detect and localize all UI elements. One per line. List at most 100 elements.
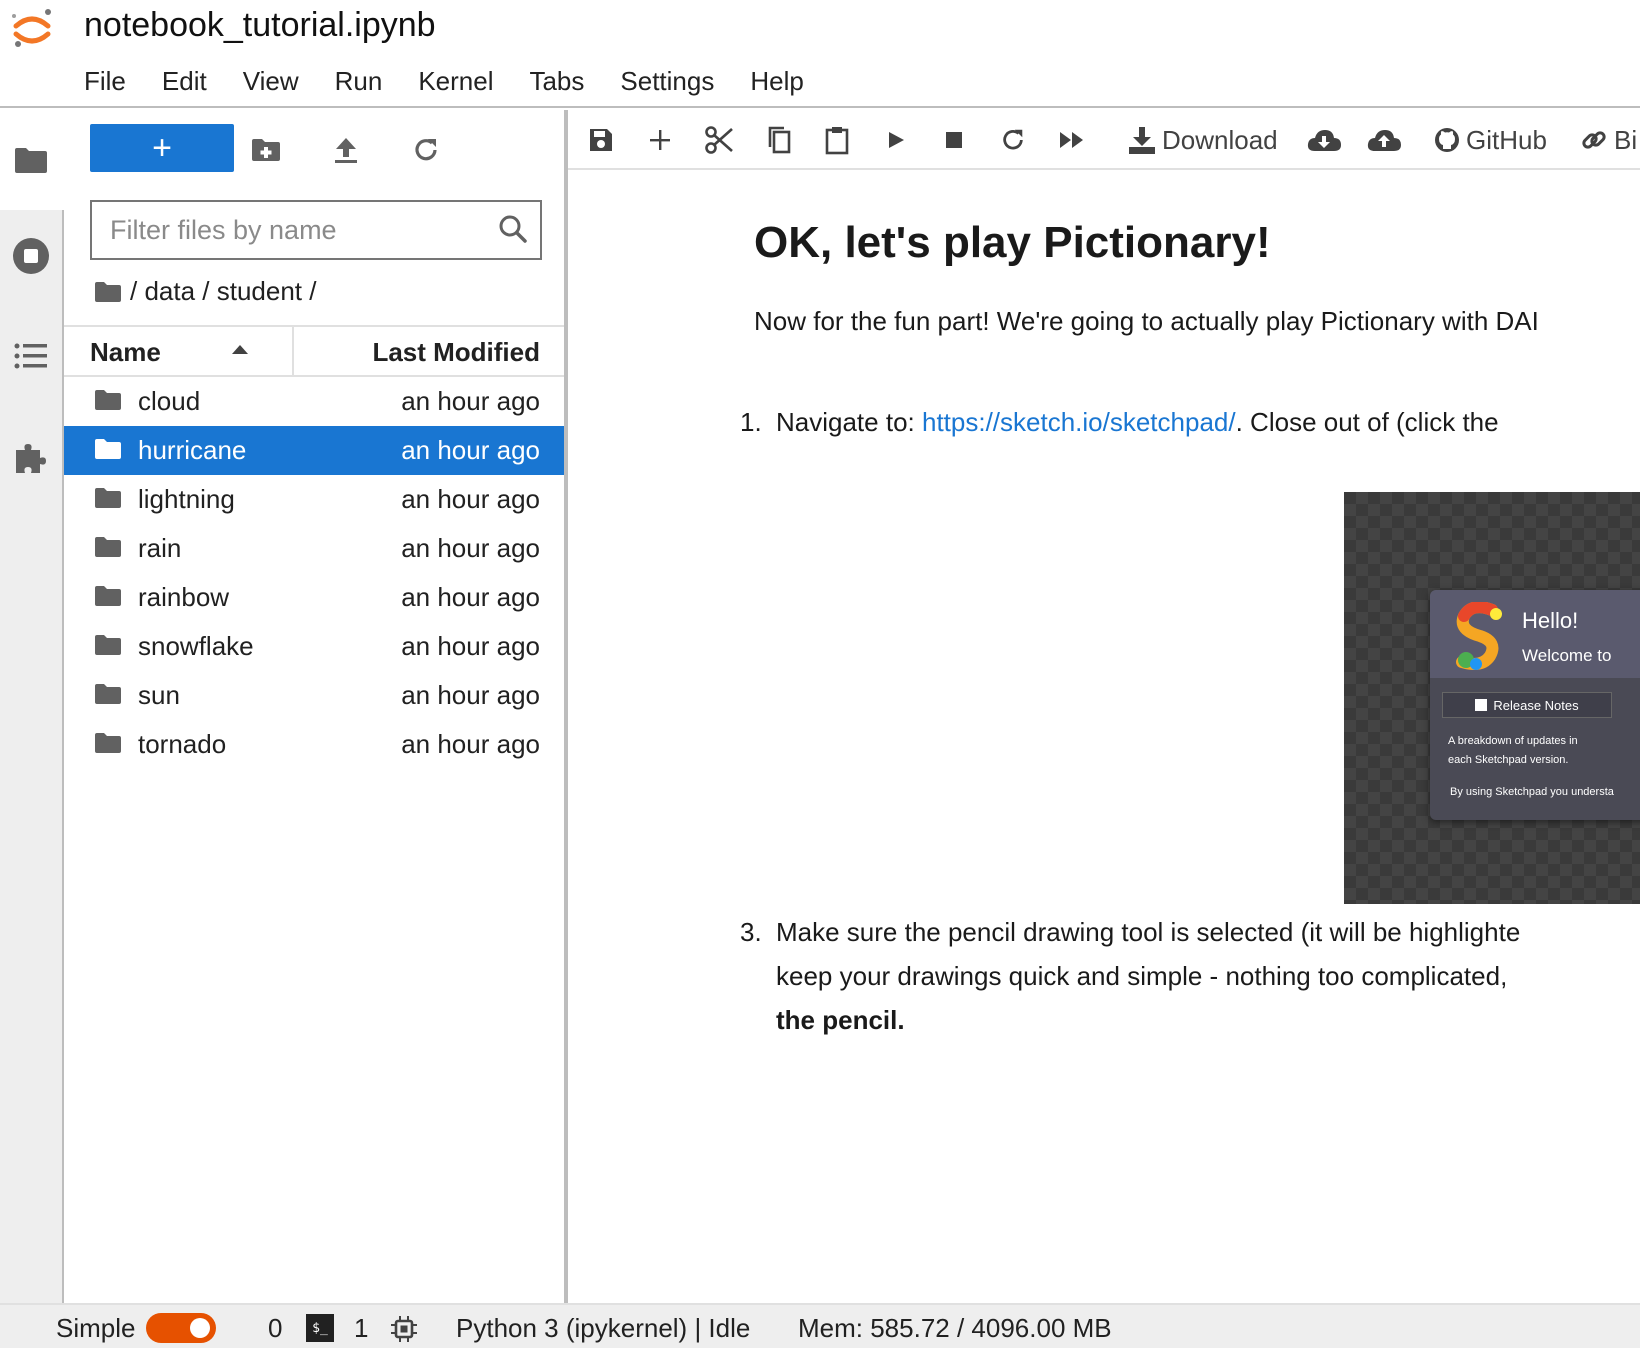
upload-button[interactable]: [328, 132, 364, 168]
menu-kernel[interactable]: Kernel: [418, 66, 493, 97]
run-button[interactable]: [886, 120, 906, 160]
notebook-content[interactable]: OK, let's play Pictionary! Now for the f…: [568, 172, 1640, 1303]
filter-box: [90, 200, 542, 260]
refresh-button[interactable]: [408, 132, 444, 168]
list-icon: [14, 343, 47, 369]
column-header-last-modified[interactable]: Last Modified: [372, 337, 540, 368]
file-row-tornado[interactable]: tornado an hour ago: [64, 720, 564, 769]
file-modified: an hour ago: [401, 582, 540, 612]
cut-button[interactable]: [704, 120, 734, 160]
new-folder-button[interactable]: [248, 132, 284, 168]
restart-button[interactable]: [1000, 120, 1026, 160]
table-of-contents-tab[interactable]: [0, 306, 62, 406]
file-row-cloud[interactable]: cloud an hour ago: [64, 377, 564, 426]
welcome-dialog: Hello! Welcome to Release Notes A breakd…: [1430, 590, 1640, 820]
step-3-line-1: Make sure the pencil drawing tool is sel…: [776, 917, 1521, 947]
list-number: 1.: [740, 407, 762, 437]
file-name: snowflake: [138, 631, 254, 661]
refresh-icon: [415, 139, 437, 161]
extensions-tab[interactable]: [0, 408, 62, 508]
file-row-rain[interactable]: rain an hour ago: [64, 524, 564, 573]
cpu-chip-icon[interactable]: [390, 1315, 418, 1343]
file-row-snowflake[interactable]: snowflake an hour ago: [64, 622, 564, 671]
menu-file[interactable]: File: [84, 66, 126, 97]
running-sessions-tab[interactable]: [0, 206, 62, 306]
dialog-hello-text: Hello!: [1522, 608, 1579, 633]
stop-icon: [946, 132, 962, 148]
save-icon: [590, 129, 612, 151]
github-label: GitHub: [1466, 124, 1547, 155]
folder-icon: [95, 733, 121, 753]
activity-bar: [0, 110, 64, 1303]
terminal-icon[interactable]: $_: [306, 1314, 334, 1342]
binder-button[interactable]: Bi: [1580, 120, 1637, 160]
puzzle-icon: [16, 444, 46, 473]
file-row-hurricane[interactable]: hurricane an hour ago: [64, 426, 564, 475]
sketchpad-link[interactable]: https://sketch.io/sketchpad/: [922, 407, 1236, 437]
new-folder-icon: [252, 139, 280, 161]
column-divider[interactable]: [292, 327, 294, 375]
interrupt-button[interactable]: [944, 120, 964, 160]
file-modified: an hour ago: [401, 680, 540, 710]
simple-mode-label: Simple: [56, 1313, 136, 1343]
search-icon: [499, 215, 527, 243]
memory-usage: Mem: 585.72 / 4096.00 MB: [798, 1313, 1112, 1343]
scissors-icon: [705, 126, 733, 154]
simple-mode-toggle[interactable]: [146, 1313, 216, 1343]
menu-view[interactable]: View: [243, 66, 299, 97]
jupyter-logo-icon[interactable]: [8, 4, 56, 52]
file-modified: an hour ago: [401, 533, 540, 563]
insert-cell-button[interactable]: [648, 120, 672, 160]
status-bar: Simple 0 $_ 1 Python 3 (ipykernel) | Idl…: [0, 1303, 1640, 1348]
breadcrumb-path[interactable]: / data / student /: [130, 276, 316, 307]
download-button[interactable]: Download: [1128, 120, 1278, 160]
markdown-paragraph: Now for the fun part! We're going to act…: [754, 306, 1539, 336]
kernel-status[interactable]: Python 3 (ipykernel) | Idle: [456, 1313, 750, 1344]
file-row-sun[interactable]: sun an hour ago: [64, 671, 564, 720]
menu-tabs[interactable]: Tabs: [529, 66, 584, 97]
plus-icon: +: [152, 129, 172, 167]
menu-settings[interactable]: Settings: [620, 66, 714, 97]
file-modified: an hour ago: [401, 386, 540, 416]
github-icon: [1435, 128, 1459, 152]
terminals-count[interactable]: 0: [268, 1313, 282, 1344]
file-browser-tab[interactable]: [0, 110, 64, 210]
menu-edit[interactable]: Edit: [162, 66, 207, 97]
sort-ascending-icon[interactable]: [230, 343, 250, 355]
toggle-knob: [190, 1318, 210, 1338]
menu-help[interactable]: Help: [750, 66, 803, 97]
save-button[interactable]: [588, 120, 614, 160]
folder-icon: [95, 537, 121, 557]
sketchpad-logo-icon: [1456, 602, 1502, 670]
file-name: rainbow: [138, 582, 230, 612]
file-row-rainbow[interactable]: rainbow an hour ago: [64, 573, 564, 622]
folder-icon: [95, 488, 121, 508]
restart-run-all-button[interactable]: [1058, 120, 1086, 160]
file-row-lightning[interactable]: lightning an hour ago: [64, 475, 564, 524]
notebook-toolbar: Download GitHub Bi: [568, 110, 1640, 170]
clipboard-icon: [825, 127, 849, 155]
sketchpad-screenshot-image: Hello! Welcome to Release Notes A breakd…: [1344, 492, 1640, 904]
restart-icon: [1003, 129, 1023, 150]
link-icon: [1582, 131, 1606, 149]
github-button[interactable]: GitHub: [1434, 120, 1547, 160]
folder-icon: [95, 390, 121, 410]
new-launcher-button[interactable]: +: [90, 124, 234, 172]
file-modified: an hour ago: [401, 435, 540, 465]
folder-icon[interactable]: [94, 281, 122, 303]
cloud-upload-button[interactable]: [1366, 120, 1402, 160]
folder-icon: [95, 586, 121, 606]
file-modified: an hour ago: [401, 484, 540, 514]
menu-bar: File Edit View Run Kernel Tabs Settings …: [84, 66, 840, 97]
column-header-name[interactable]: Name: [90, 337, 161, 368]
paste-button[interactable]: [824, 120, 850, 160]
file-name: hurricane: [138, 435, 247, 465]
copy-button[interactable]: [766, 120, 792, 160]
kernels-count[interactable]: 1: [354, 1313, 368, 1344]
menu-run[interactable]: Run: [335, 66, 383, 97]
file-list-header: Name Last Modified: [64, 325, 564, 377]
play-icon: [889, 132, 904, 148]
cloud-download-button[interactable]: [1306, 120, 1342, 160]
filter-input[interactable]: [110, 210, 490, 250]
top-bar: notebook_tutorial.ipynb File Edit View R…: [0, 0, 1640, 108]
